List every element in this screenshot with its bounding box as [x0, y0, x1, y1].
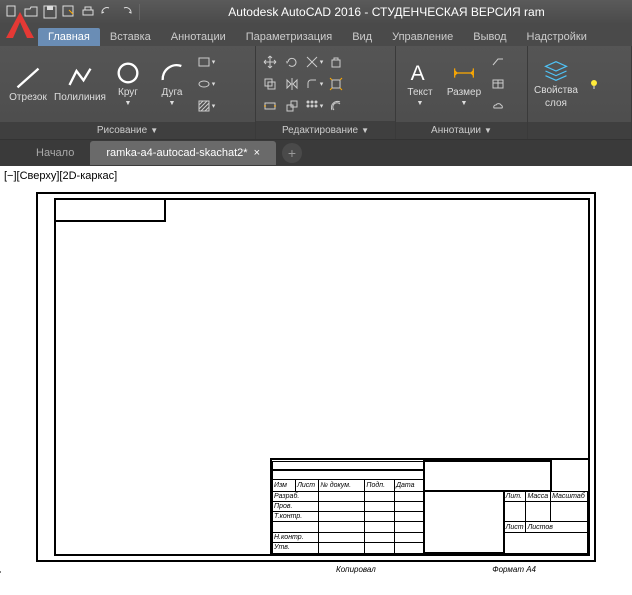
- panel-layers-title: [528, 122, 631, 139]
- table-icon[interactable]: [488, 74, 508, 94]
- rect-icon[interactable]: ▾: [196, 52, 216, 72]
- text-icon: A: [406, 61, 434, 85]
- tab-output[interactable]: Вывод: [463, 28, 516, 46]
- panel-draw: Отрезок Полилиния Круг ▼ Дуга ▼ ▾: [0, 46, 256, 139]
- tab-home[interactable]: Главная: [38, 28, 100, 46]
- layers-icon: [542, 59, 570, 83]
- app-menu-icon[interactable]: [2, 8, 38, 44]
- print-icon[interactable]: [80, 4, 96, 20]
- viewport[interactable]: [−][Сверху][2D-каркас] Изм Лист № докум.…: [0, 166, 632, 576]
- document-tabs: Начало ramka-a4-autocad-skachat2* × +: [0, 140, 632, 166]
- arc-icon: [158, 61, 186, 85]
- draw-mini-tools: ▾ ▾ ▾: [196, 52, 216, 116]
- mirror-icon[interactable]: [282, 74, 302, 94]
- scale-icon[interactable]: [282, 96, 302, 116]
- layer-props-button[interactable]: Свойства слоя: [532, 48, 580, 120]
- ribbon: Отрезок Полилиния Круг ▼ Дуга ▼ ▾: [0, 46, 632, 140]
- tab-manage[interactable]: Управление: [382, 28, 463, 46]
- arc-button[interactable]: Дуга ▼: [152, 48, 192, 120]
- offset-icon[interactable]: [326, 96, 346, 116]
- chevron-down-icon: ▼: [484, 126, 492, 135]
- chevron-down-icon: ▼: [169, 100, 176, 107]
- inner-frame: Изм Лист № докум. Подп. Дата Разраб. Лит…: [54, 198, 590, 556]
- ribbon-tabs: Главная Вставка Аннотации Параметризация…: [0, 24, 632, 46]
- tab-annotate[interactable]: Аннотации: [161, 28, 236, 46]
- panel-draw-title[interactable]: Рисование▼: [0, 122, 255, 139]
- footer-format: Формат A4: [492, 565, 536, 574]
- drawing-area[interactable]: Изм Лист № докум. Подп. Дата Разраб. Лит…: [36, 192, 596, 562]
- cloud-icon[interactable]: [488, 96, 508, 116]
- add-tab-button[interactable]: +: [282, 143, 302, 163]
- tab-addins[interactable]: Надстройки: [517, 28, 597, 46]
- trim-icon[interactable]: ▾: [304, 52, 324, 72]
- undo-icon[interactable]: [99, 4, 115, 20]
- line-icon: [14, 66, 42, 90]
- text-label: Текст: [407, 87, 432, 98]
- title-block: Изм Лист № докум. Подп. Дата Разраб. Лит…: [270, 458, 590, 556]
- dimension-button[interactable]: Размер ▼: [444, 48, 484, 120]
- text-button[interactable]: A Текст ▼: [400, 48, 440, 120]
- fillet-icon[interactable]: ▾: [304, 74, 324, 94]
- chevron-down-icon: ▼: [150, 126, 158, 135]
- stretch-icon[interactable]: [260, 96, 280, 116]
- circle-label: Круг: [118, 87, 138, 98]
- layer-props-label: Свойства: [534, 85, 578, 96]
- panel-modify: ▾ ▾ ▾ Редактирование▼: [256, 46, 396, 139]
- chevron-down-icon: ▼: [125, 100, 132, 107]
- tab-document-active[interactable]: ramka-a4-autocad-skachat2* ×: [90, 141, 276, 165]
- footer-kop: Копировал: [336, 565, 376, 574]
- redo-icon[interactable]: [118, 4, 134, 20]
- separator: [139, 4, 140, 20]
- layer-props-label2: слоя: [545, 98, 567, 109]
- saveas-icon[interactable]: [61, 4, 77, 20]
- rotate-icon[interactable]: [282, 52, 302, 72]
- line-label: Отрезок: [9, 92, 47, 103]
- panel-annot-title[interactable]: Аннотации▼: [396, 122, 527, 139]
- save-icon[interactable]: [42, 4, 58, 20]
- circle-button[interactable]: Круг ▼: [108, 48, 148, 120]
- viewport-controls[interactable]: [−][Сверху][2D-каркас]: [4, 170, 628, 182]
- circle-icon: [114, 61, 142, 85]
- svg-text:A: A: [411, 62, 425, 85]
- dimension-icon: [450, 61, 478, 85]
- tab-insert[interactable]: Вставка: [100, 28, 161, 46]
- close-icon[interactable]: ×: [254, 147, 260, 159]
- panel-modify-title[interactable]: Редактирование▼: [256, 121, 395, 139]
- chevron-down-icon: ▼: [461, 100, 468, 107]
- hatch-icon[interactable]: ▾: [196, 96, 216, 116]
- leader-icon[interactable]: [488, 52, 508, 72]
- line-button[interactable]: Отрезок: [4, 48, 52, 120]
- tab-start[interactable]: Начало: [20, 141, 90, 165]
- copy-icon[interactable]: [260, 74, 280, 94]
- panel-annotation: A Текст ▼ Размер ▼ Аннотации▼: [396, 46, 528, 139]
- tab-view[interactable]: Вид: [342, 28, 382, 46]
- polyline-button[interactable]: Полилиния: [56, 48, 104, 120]
- app-title: Autodesk AutoCAD 2016 - СТУДЕНЧЕСКАЯ ВЕР…: [145, 5, 628, 19]
- ellipse-icon[interactable]: ▾: [196, 74, 216, 94]
- move-icon[interactable]: [260, 52, 280, 72]
- tab-label: ramka-a4-autocad-skachat2*: [106, 147, 247, 159]
- tab-parametric[interactable]: Параметризация: [236, 28, 342, 46]
- panel-layers: Свойства слоя: [528, 46, 632, 139]
- erase-icon[interactable]: [326, 52, 346, 72]
- polyline-label: Полилиния: [54, 92, 106, 103]
- polyline-icon: [66, 66, 94, 90]
- chevron-down-icon: ▼: [361, 126, 369, 135]
- chevron-down-icon: ▼: [417, 100, 424, 107]
- bulb-icon[interactable]: [584, 74, 604, 94]
- quick-access-toolbar: Autodesk AutoCAD 2016 - СТУДЕНЧЕСКАЯ ВЕР…: [0, 0, 632, 24]
- array-icon[interactable]: ▾: [304, 96, 324, 116]
- arc-label: Дуга: [162, 87, 183, 98]
- dim-label: Размер: [447, 87, 481, 98]
- explode-icon[interactable]: [326, 74, 346, 94]
- top-left-box: [56, 200, 166, 222]
- ucs-icon: Y: [0, 547, 6, 580]
